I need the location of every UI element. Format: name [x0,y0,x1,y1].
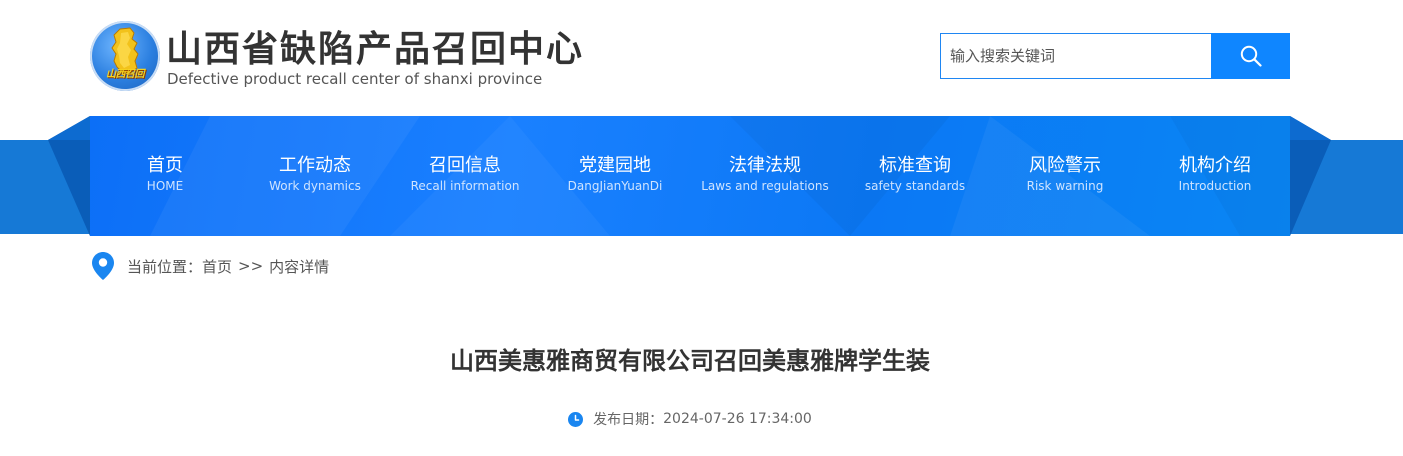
breadcrumb-prefix: 当前位置： [127,257,203,276]
article-meta: 发布日期： 2024-07-26 17:34:00 [0,409,1380,429]
search-button[interactable] [1211,33,1290,79]
nav-item-label: 风险警示 [1029,155,1101,176]
site-title[interactable]: 山西省缺陷产品召回中心 [166,27,584,73]
nav-item-introduction[interactable]: 机构介绍 Introduction [1140,116,1290,236]
nav-left-wing [48,116,90,236]
nav-item-sublabel: Work dynamics [269,179,361,193]
nav-item-label: 召回信息 [429,155,501,176]
nav-item-label: 工作动态 [279,155,351,176]
breadcrumb-home-link[interactable]: 首页 [202,256,232,277]
nav-item-risk-warning[interactable]: 风险警示 Risk warning [990,116,1140,236]
nav-item-recall-information[interactable]: 召回信息 Recall information [390,116,540,236]
nav-item-party-building[interactable]: 党建园地 DangJianYuanDi [540,116,690,236]
nav-item-safety-standards[interactable]: 标准查询 safety standards [840,116,990,236]
nav-item-sublabel: Laws and regulations [701,179,829,193]
search-box [940,33,1212,79]
nav-item-sublabel: DangJianYuanDi [567,179,663,193]
article-title: 山西美惠雅商贸有限公司召回美惠雅牌学生装 [450,347,930,375]
nav-item-label: 法律法规 [729,155,801,176]
site-logo[interactable]: 山西召回 [90,21,160,91]
nav-right-wing [1290,116,1331,236]
nav-item-label: 党建园地 [579,155,651,176]
clock-icon [568,411,584,427]
page: 山西召回 山西省缺陷产品召回中心 Defective product recal… [0,0,1403,456]
nav-items: 首页 HOME 工作动态 Work dynamics 召回信息 Recall i… [90,116,1290,236]
nav-item-sublabel: Introduction [1178,179,1252,193]
breadcrumb-separator: >> [238,257,264,275]
nav-item-sublabel: Risk warning [1026,179,1104,193]
nav-item-label: 标准查询 [879,155,951,176]
nav-item-sublabel: HOME [146,179,184,193]
logo-text: 山西召回 [106,69,145,80]
publish-date-label: 发布日期： [593,412,664,428]
main-nav: 首页 HOME 工作动态 Work dynamics 召回信息 Recall i… [90,116,1290,236]
location-pin-icon [92,252,114,280]
breadcrumb: 当前位置： 首页 >> 内容详情 [92,252,329,280]
breadcrumb-current: 内容详情 [269,257,330,276]
nav-item-laws-regulations[interactable]: 法律法规 Laws and regulations [690,116,840,236]
publish-date-value: 2024-07-26 17:34:00 [663,411,812,427]
nav-item-label: 首页 [147,155,183,176]
nav-item-label: 机构介绍 [1179,155,1251,176]
search-input[interactable] [950,35,1200,77]
nav-item-work-dynamics[interactable]: 工作动态 Work dynamics [240,116,390,236]
shanxi-map-icon [111,27,139,74]
site-subtitle: Defective product recall center of shanx… [167,70,543,88]
search-icon [1240,45,1262,67]
nav-item-sublabel: Recall information [410,179,520,193]
nav-item-home[interactable]: 首页 HOME [90,116,240,236]
nav-item-sublabel: safety standards [864,179,966,193]
